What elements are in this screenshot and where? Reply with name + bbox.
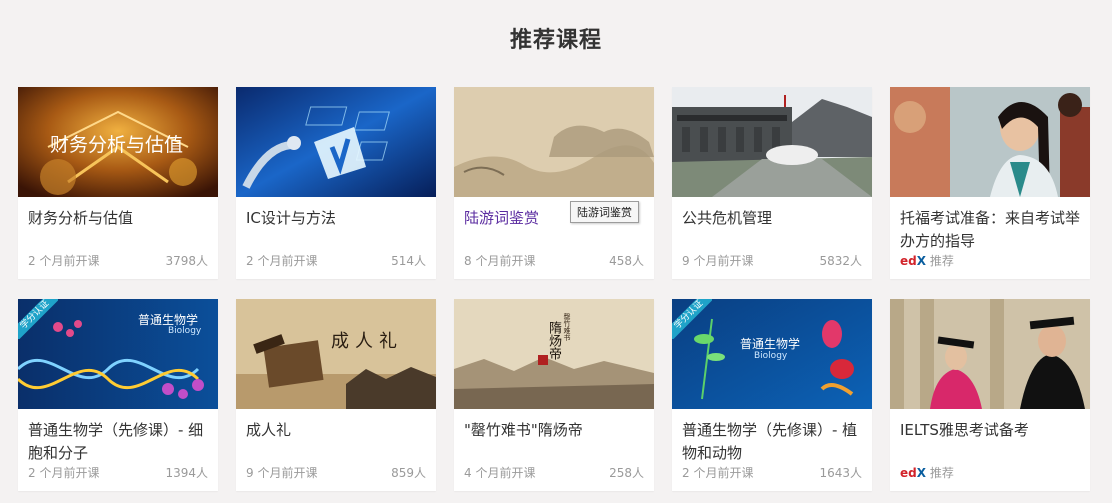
- course-title[interactable]: 托福考试准备：来自考试举办方的指导: [900, 207, 1082, 253]
- course-start-date: 2 个月前开课: [246, 254, 318, 268]
- course-thumbnail[interactable]: 成人礼: [236, 299, 436, 409]
- thumb-title: 隋炀帝: [546, 321, 561, 360]
- course-meta: 9 个月前开课 859人: [246, 464, 426, 481]
- thumb-subtitle: 罄竹难书: [563, 313, 571, 341]
- course-card[interactable]: 托福考试准备：来自考试举办方的指导 edX 推荐: [890, 87, 1090, 279]
- partner-recommend: edX 推荐: [900, 252, 954, 269]
- thumb-title: 普通生物学: [740, 337, 801, 351]
- enrollment-count: 1643人: [819, 466, 862, 480]
- course-title[interactable]: 公共危机管理: [682, 207, 864, 230]
- course-start-date: 9 个月前开课: [246, 466, 318, 480]
- course-thumbnail[interactable]: [890, 299, 1090, 409]
- course-thumbnail[interactable]: [236, 87, 436, 197]
- enrollment-count: 258人: [609, 466, 644, 480]
- course-start-date: 9 个月前开课: [682, 254, 754, 268]
- course-card[interactable]: IC设计与方法 2 个月前开课 514人: [236, 87, 436, 279]
- credit-badge: 学分认证: [18, 299, 58, 339]
- course-thumbnail[interactable]: [672, 87, 872, 197]
- course-thumbnail[interactable]: 普通生物学 Biology 学分认证: [672, 299, 872, 409]
- course-meta: 2 个月前开课 3798人: [28, 252, 208, 269]
- course-card[interactable]: 陆游词鉴赏 8 个月前开课 458人: [454, 87, 654, 279]
- enrollment-count: 3798人: [165, 254, 208, 268]
- course-start-date: 2 个月前开课: [28, 254, 100, 268]
- course-meta: 4 个月前开课 258人: [464, 464, 644, 481]
- course-meta: 2 个月前开课 1643人: [682, 464, 862, 481]
- course-title[interactable]: IC设计与方法: [246, 207, 428, 230]
- course-title[interactable]: 成人礼: [246, 419, 428, 442]
- course-title[interactable]: 财务分析与估值: [28, 207, 210, 230]
- thumb-subtitle: Biology: [754, 351, 788, 361]
- course-title[interactable]: 普通生物学（先修课）- 植物和动物: [682, 419, 864, 465]
- enrollment-count: 458人: [609, 254, 644, 268]
- course-title[interactable]: "罄竹难书"隋炀帝: [464, 419, 646, 442]
- course-grid: 财务分析与估值 财务分析与估值 2 个月前开课 3798人 IC设计与方法 2 …: [18, 87, 1090, 491]
- enrollment-count: 859人: [391, 466, 426, 480]
- edx-logo-icon: edX: [900, 466, 926, 480]
- course-card[interactable]: 罄竹难书 隋炀帝 "罄竹难书"隋炀帝 4 个月前开课 258人: [454, 299, 654, 491]
- course-thumbnail[interactable]: 普通生物学 Biology 学分认证: [18, 299, 218, 409]
- credit-badge: 学分认证: [672, 299, 712, 339]
- partner-recommend: edX 推荐: [900, 464, 954, 481]
- section-title: 推荐课程: [509, 28, 602, 53]
- course-meta: 2 个月前开课 1394人: [28, 464, 208, 481]
- thumb-title: 成人礼: [331, 331, 403, 352]
- enrollment-count: 5832人: [819, 254, 862, 268]
- edx-logo-icon: edX: [900, 254, 926, 268]
- course-meta: 9 个月前开课 5832人: [682, 252, 862, 269]
- title-tooltip: 陆游词鉴赏: [570, 201, 639, 223]
- course-meta: edX 推荐: [900, 464, 1080, 481]
- course-title[interactable]: 普通生物学（先修课）- 细胞和分子: [28, 419, 210, 465]
- enrollment-count: 1394人: [165, 466, 208, 480]
- course-start-date: 8 个月前开课: [464, 254, 536, 268]
- course-thumbnail[interactable]: [454, 87, 654, 197]
- course-thumbnail[interactable]: 罄竹难书 隋炀帝: [454, 299, 654, 409]
- course-card[interactable]: 成人礼 成人礼 9 个月前开课 859人: [236, 299, 436, 491]
- course-meta: edX 推荐: [900, 252, 1080, 269]
- thumb-subtitle: Biology: [168, 326, 202, 336]
- course-card[interactable]: IELTS雅思考试备考 edX 推荐: [890, 299, 1090, 491]
- enrollment-count: 514人: [391, 254, 426, 268]
- course-start-date: 2 个月前开课: [28, 466, 100, 480]
- course-title[interactable]: IELTS雅思考试备考: [900, 419, 1082, 442]
- course-thumbnail[interactable]: [890, 87, 1090, 197]
- course-start-date: 4 个月前开课: [464, 466, 536, 480]
- course-card[interactable]: 财务分析与估值 财务分析与估值 2 个月前开课 3798人: [18, 87, 218, 279]
- course-card[interactable]: 普通生物学 Biology 学分认证 普通生物学（先修课）- 植物和动物 2 个…: [672, 299, 872, 491]
- recommend-label: 推荐: [929, 254, 954, 268]
- recommend-label: 推荐: [929, 466, 954, 480]
- course-start-date: 2 个月前开课: [682, 466, 754, 480]
- course-card[interactable]: 公共危机管理 9 个月前开课 5832人: [672, 87, 872, 279]
- thumb-title: 财务分析与估值: [50, 134, 184, 156]
- course-meta: 8 个月前开课 458人: [464, 252, 644, 269]
- course-thumbnail[interactable]: 财务分析与估值: [18, 87, 218, 197]
- course-card[interactable]: 普通生物学 Biology 学分认证 普通生物学（先修课）- 细胞和分子 2 个…: [18, 299, 218, 491]
- course-meta: 2 个月前开课 514人: [246, 252, 426, 269]
